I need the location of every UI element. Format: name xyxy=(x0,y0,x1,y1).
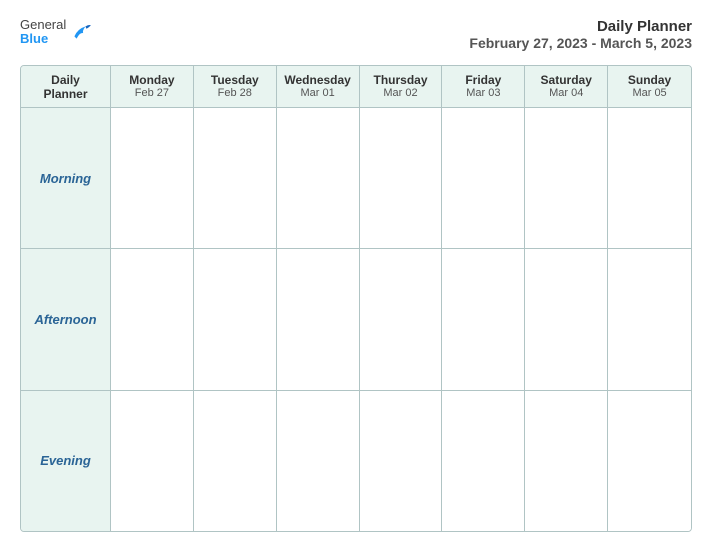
cell-evening-wednesday[interactable] xyxy=(277,391,360,531)
cell-afternoon-sunday[interactable] xyxy=(608,249,691,389)
day-date-tuesday: Feb 28 xyxy=(198,87,272,99)
day-date-saturday: Mar 04 xyxy=(529,87,603,99)
logo-bird-icon xyxy=(70,21,92,43)
cell-afternoon-tuesday[interactable] xyxy=(194,249,277,389)
day-name-tuesday: Tuesday xyxy=(198,73,272,87)
row-afternoon: Afternoon xyxy=(21,249,691,390)
day-name-wednesday: Wednesday xyxy=(281,73,355,87)
cell-morning-tuesday[interactable] xyxy=(194,108,277,248)
header-day-tuesday: Tuesday Feb 28 xyxy=(194,66,277,107)
row-label-morning: Morning xyxy=(21,108,111,248)
cell-evening-monday[interactable] xyxy=(111,391,194,531)
cell-afternoon-friday[interactable] xyxy=(442,249,525,389)
logo-general-text: General xyxy=(20,18,66,32)
row-evening: Evening xyxy=(21,391,691,531)
day-name-sunday: Sunday xyxy=(612,73,687,87)
day-date-monday: Feb 27 xyxy=(115,87,189,99)
cell-morning-sunday[interactable] xyxy=(608,108,691,248)
row-label-evening: Evening xyxy=(21,391,111,531)
cell-morning-thursday[interactable] xyxy=(360,108,443,248)
page-title: Daily Planner xyxy=(469,18,692,35)
cell-morning-friday[interactable] xyxy=(442,108,525,248)
cell-morning-saturday[interactable] xyxy=(525,108,608,248)
calendar-body: Morning Afternoon xyxy=(21,108,691,531)
logo-blue-text: Blue xyxy=(20,32,66,46)
cell-afternoon-saturday[interactable] xyxy=(525,249,608,389)
day-date-sunday: Mar 05 xyxy=(612,87,687,99)
header-day-wednesday: Wednesday Mar 01 xyxy=(277,66,360,107)
header-day-friday: Friday Mar 03 xyxy=(442,66,525,107)
row-label-afternoon: Afternoon xyxy=(21,249,111,389)
cell-evening-sunday[interactable] xyxy=(608,391,691,531)
logo-text: General Blue xyxy=(20,18,66,47)
header-day-monday: Monday Feb 27 xyxy=(111,66,194,107)
header-planner-cell: Daily Planner xyxy=(21,66,111,107)
day-name-friday: Friday xyxy=(446,73,520,87)
header-day-thursday: Thursday Mar 02 xyxy=(360,66,443,107)
header-day-sunday: Sunday Mar 05 xyxy=(608,66,691,107)
cell-evening-thursday[interactable] xyxy=(360,391,443,531)
row-morning: Morning xyxy=(21,108,691,249)
day-date-thursday: Mar 02 xyxy=(364,87,438,99)
cell-evening-saturday[interactable] xyxy=(525,391,608,531)
page: General Blue Daily Planner February 27, … xyxy=(0,0,712,550)
logo-area: General Blue xyxy=(20,18,92,47)
cell-afternoon-wednesday[interactable] xyxy=(277,249,360,389)
title-area: Daily Planner February 27, 2023 - March … xyxy=(469,18,692,51)
day-name-monday: Monday xyxy=(115,73,189,87)
day-date-friday: Mar 03 xyxy=(446,87,520,99)
cell-afternoon-thursday[interactable] xyxy=(360,249,443,389)
day-name-saturday: Saturday xyxy=(529,73,603,87)
planner-label-line2: Planner xyxy=(43,87,87,101)
header: General Blue Daily Planner February 27, … xyxy=(20,18,692,51)
header-day-saturday: Saturday Mar 04 xyxy=(525,66,608,107)
calendar: Daily Planner Monday Feb 27 Tuesday Feb … xyxy=(20,65,692,532)
cell-evening-tuesday[interactable] xyxy=(194,391,277,531)
calendar-header-row: Daily Planner Monday Feb 27 Tuesday Feb … xyxy=(21,66,691,108)
cell-morning-wednesday[interactable] xyxy=(277,108,360,248)
cell-afternoon-monday[interactable] xyxy=(111,249,194,389)
cell-morning-monday[interactable] xyxy=(111,108,194,248)
day-name-thursday: Thursday xyxy=(364,73,438,87)
day-date-wednesday: Mar 01 xyxy=(281,87,355,99)
page-subtitle: February 27, 2023 - March 5, 2023 xyxy=(469,35,692,51)
planner-label-line1: Daily xyxy=(51,73,80,87)
cell-evening-friday[interactable] xyxy=(442,391,525,531)
